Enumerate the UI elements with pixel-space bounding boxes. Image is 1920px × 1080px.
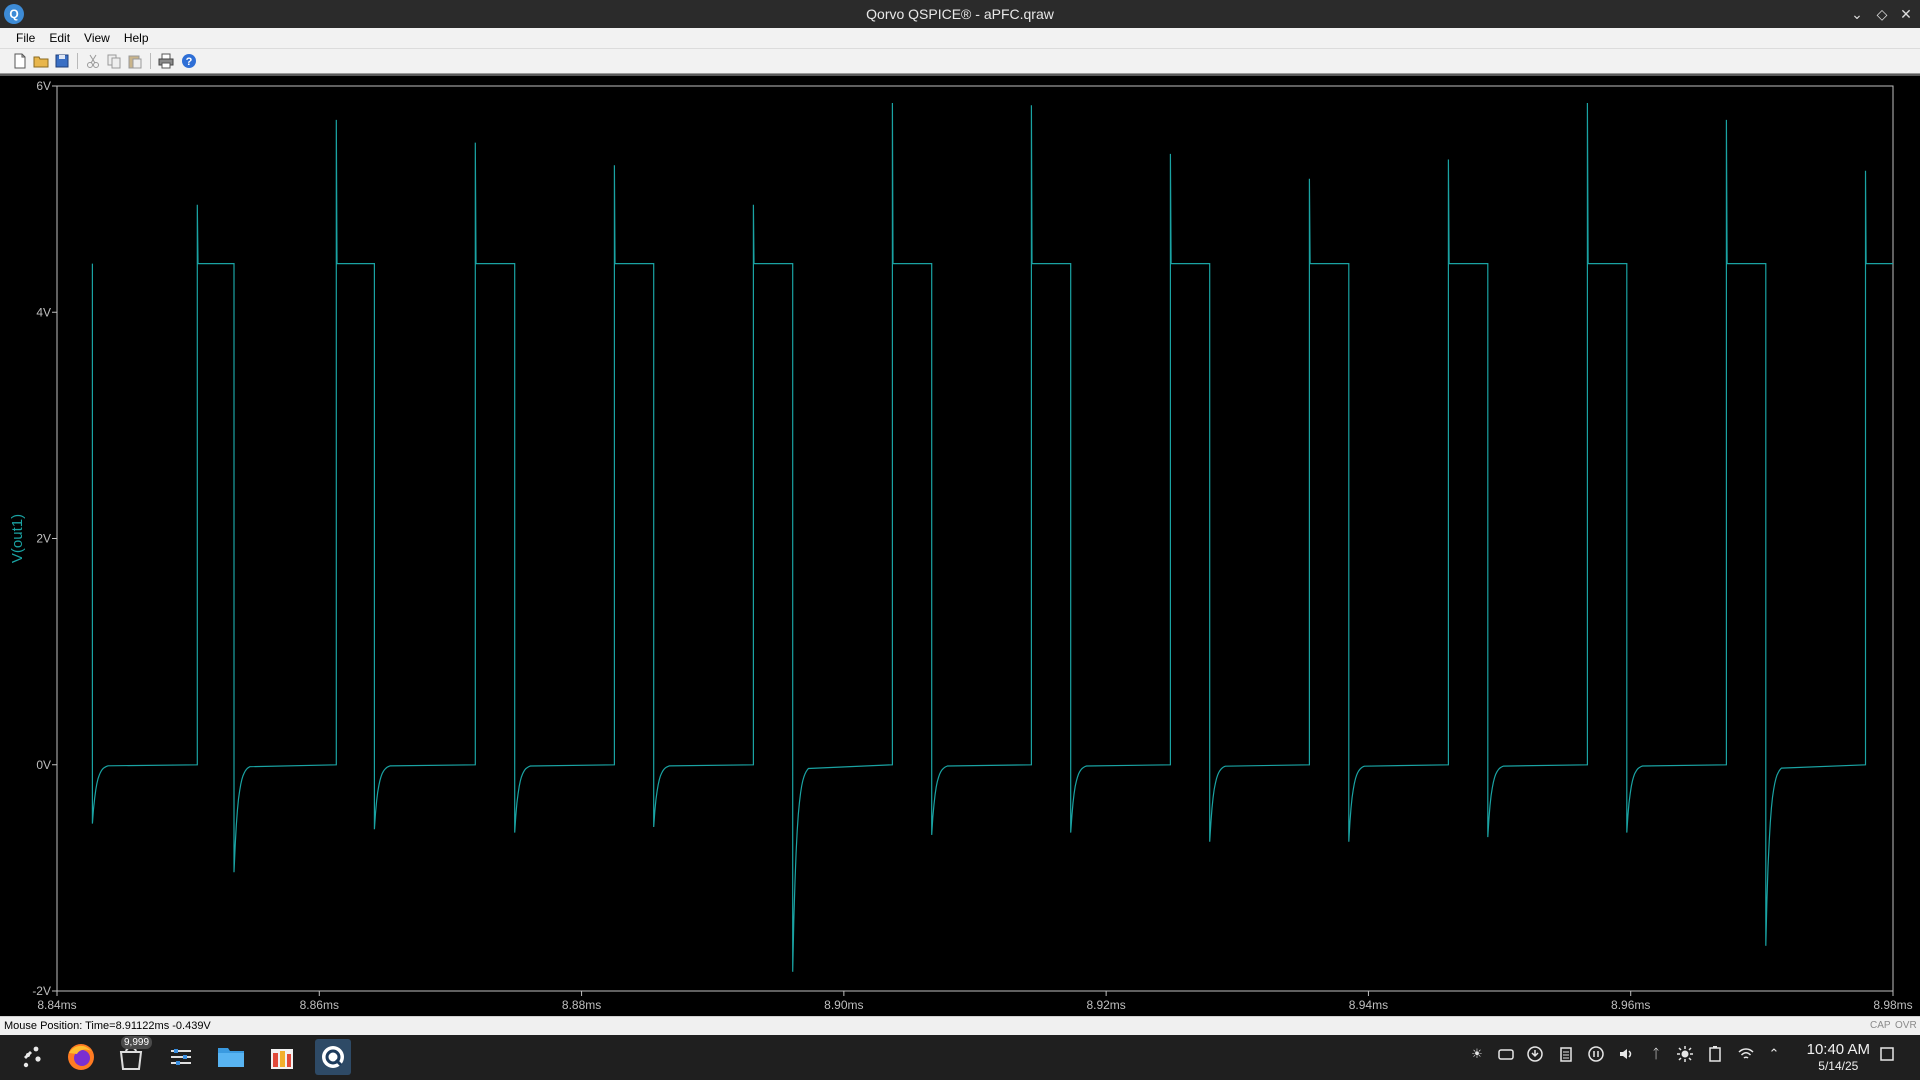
minimize-icon[interactable]: ⌄ bbox=[1847, 4, 1867, 24]
x-tick-label: 8.86ms bbox=[300, 998, 339, 1012]
battery-icon[interactable] bbox=[1706, 1045, 1724, 1063]
volume-icon[interactable] bbox=[1617, 1045, 1635, 1063]
y-tick-label: 4V bbox=[36, 305, 51, 319]
toolbar: ? bbox=[0, 49, 1920, 74]
y-tick-label: 0V bbox=[36, 758, 51, 772]
overwrite-indicator: OVR bbox=[1895, 1020, 1917, 1031]
store-app-icon[interactable] bbox=[264, 1039, 300, 1075]
cut-icon[interactable] bbox=[84, 52, 102, 70]
paste-icon[interactable] bbox=[126, 52, 144, 70]
system-clock[interactable]: 10:40 AM 5/14/25 bbox=[1807, 1041, 1870, 1074]
x-tick-label: 8.92ms bbox=[1086, 998, 1125, 1012]
clock-date: 5/14/25 bbox=[1818, 1059, 1859, 1073]
media-pause-icon[interactable] bbox=[1587, 1045, 1605, 1063]
y-tick-label: -2V bbox=[32, 984, 51, 998]
taskbar: 9,999 ☀ ᛏ ⌃ 10:40 AM 5/14/25 bbox=[0, 1035, 1920, 1080]
plot-border bbox=[56, 85, 1894, 992]
series-line-v-out1 bbox=[91, 102, 1893, 972]
update-count-badge: 9,999 bbox=[121, 1036, 153, 1049]
qspice-icon bbox=[322, 1046, 344, 1068]
file-manager-icon[interactable] bbox=[213, 1039, 249, 1075]
svg-text:?: ? bbox=[186, 56, 193, 68]
toolbar-separator bbox=[150, 53, 151, 69]
toolbar-separator bbox=[77, 53, 78, 69]
open-folder-icon[interactable] bbox=[32, 52, 50, 70]
caps-lock-indicator: CAP bbox=[1870, 1020, 1891, 1031]
clipboard-icon[interactable] bbox=[1557, 1045, 1575, 1063]
window-title: Qorvo QSPICE® - aPFC.qraw bbox=[866, 6, 1054, 22]
brightness-icon[interactable] bbox=[1676, 1045, 1694, 1063]
menu-help[interactable]: Help bbox=[117, 28, 156, 48]
y-axis-label: V(out1) bbox=[9, 514, 26, 563]
bluetooth-icon[interactable]: ᛏ bbox=[1647, 1045, 1665, 1063]
close-icon[interactable]: ✕ bbox=[1896, 4, 1916, 24]
x-tick-label: 8.88ms bbox=[562, 998, 601, 1012]
y-tick-label: 2V bbox=[36, 532, 51, 546]
firefox-icon[interactable] bbox=[63, 1039, 99, 1075]
qspice-taskbar-button[interactable] bbox=[315, 1039, 351, 1075]
save-icon[interactable] bbox=[53, 52, 71, 70]
x-tick-label: 8.94ms bbox=[1349, 998, 1388, 1012]
wifi-icon[interactable] bbox=[1737, 1045, 1755, 1063]
x-tick-label: 8.98ms bbox=[1873, 998, 1912, 1012]
menu-edit[interactable]: Edit bbox=[42, 28, 77, 48]
app-launcher-icon[interactable] bbox=[14, 1039, 50, 1075]
x-tick-label: 8.84ms bbox=[37, 998, 76, 1012]
waveform-chart[interactable]: 6V 4V 2V 0V -2V8.84ms 8.86ms 8.88ms 8.90ms 8.92m… bbox=[0, 76, 1920, 1016]
x-tick-label: 8.90ms bbox=[824, 998, 863, 1012]
discover-updates-icon[interactable]: 9,999 bbox=[113, 1036, 153, 1075]
mouse-position-readout: Mouse Position: Time=8.91122ms -0.439V bbox=[4, 1020, 211, 1032]
menu-view[interactable]: View bbox=[77, 28, 117, 48]
updates-tray-icon[interactable] bbox=[1526, 1045, 1544, 1063]
show-hidden-icons-chevron[interactable]: ⌃ bbox=[1765, 1045, 1783, 1063]
x-tick-label: 8.96ms bbox=[1611, 998, 1650, 1012]
system-settings-icon[interactable] bbox=[163, 1039, 199, 1075]
status-bar: Mouse Position: Time=8.91122ms -0.439V C… bbox=[0, 1016, 1920, 1035]
waveform-plot-area[interactable]: 6V 4V 2V 0V -2V 8.84ms 8.86ms 8.88ms 8.90ms 8.92m… bbox=[0, 74, 1920, 1016]
title-bar: Q Qorvo QSPICE® - aPFC.qraw ⌄ ◇ ✕ bbox=[0, 0, 1920, 28]
notification-bell-icon[interactable]: ☀ bbox=[1468, 1045, 1486, 1063]
clock-time: 10:40 AM bbox=[1806, 1041, 1870, 1058]
help-icon[interactable]: ? bbox=[180, 52, 198, 70]
maximize-icon[interactable]: ◇ bbox=[1872, 4, 1892, 24]
menu-bar: File Edit View Help bbox=[0, 28, 1920, 49]
storage-icon[interactable] bbox=[1497, 1045, 1515, 1063]
new-file-icon[interactable] bbox=[11, 52, 29, 70]
print-icon[interactable] bbox=[157, 52, 175, 70]
y-tick-label: 6V bbox=[36, 79, 51, 93]
copy-icon[interactable] bbox=[105, 52, 123, 70]
menu-file[interactable]: File bbox=[9, 28, 42, 48]
show-desktop-icon[interactable] bbox=[1878, 1045, 1896, 1063]
